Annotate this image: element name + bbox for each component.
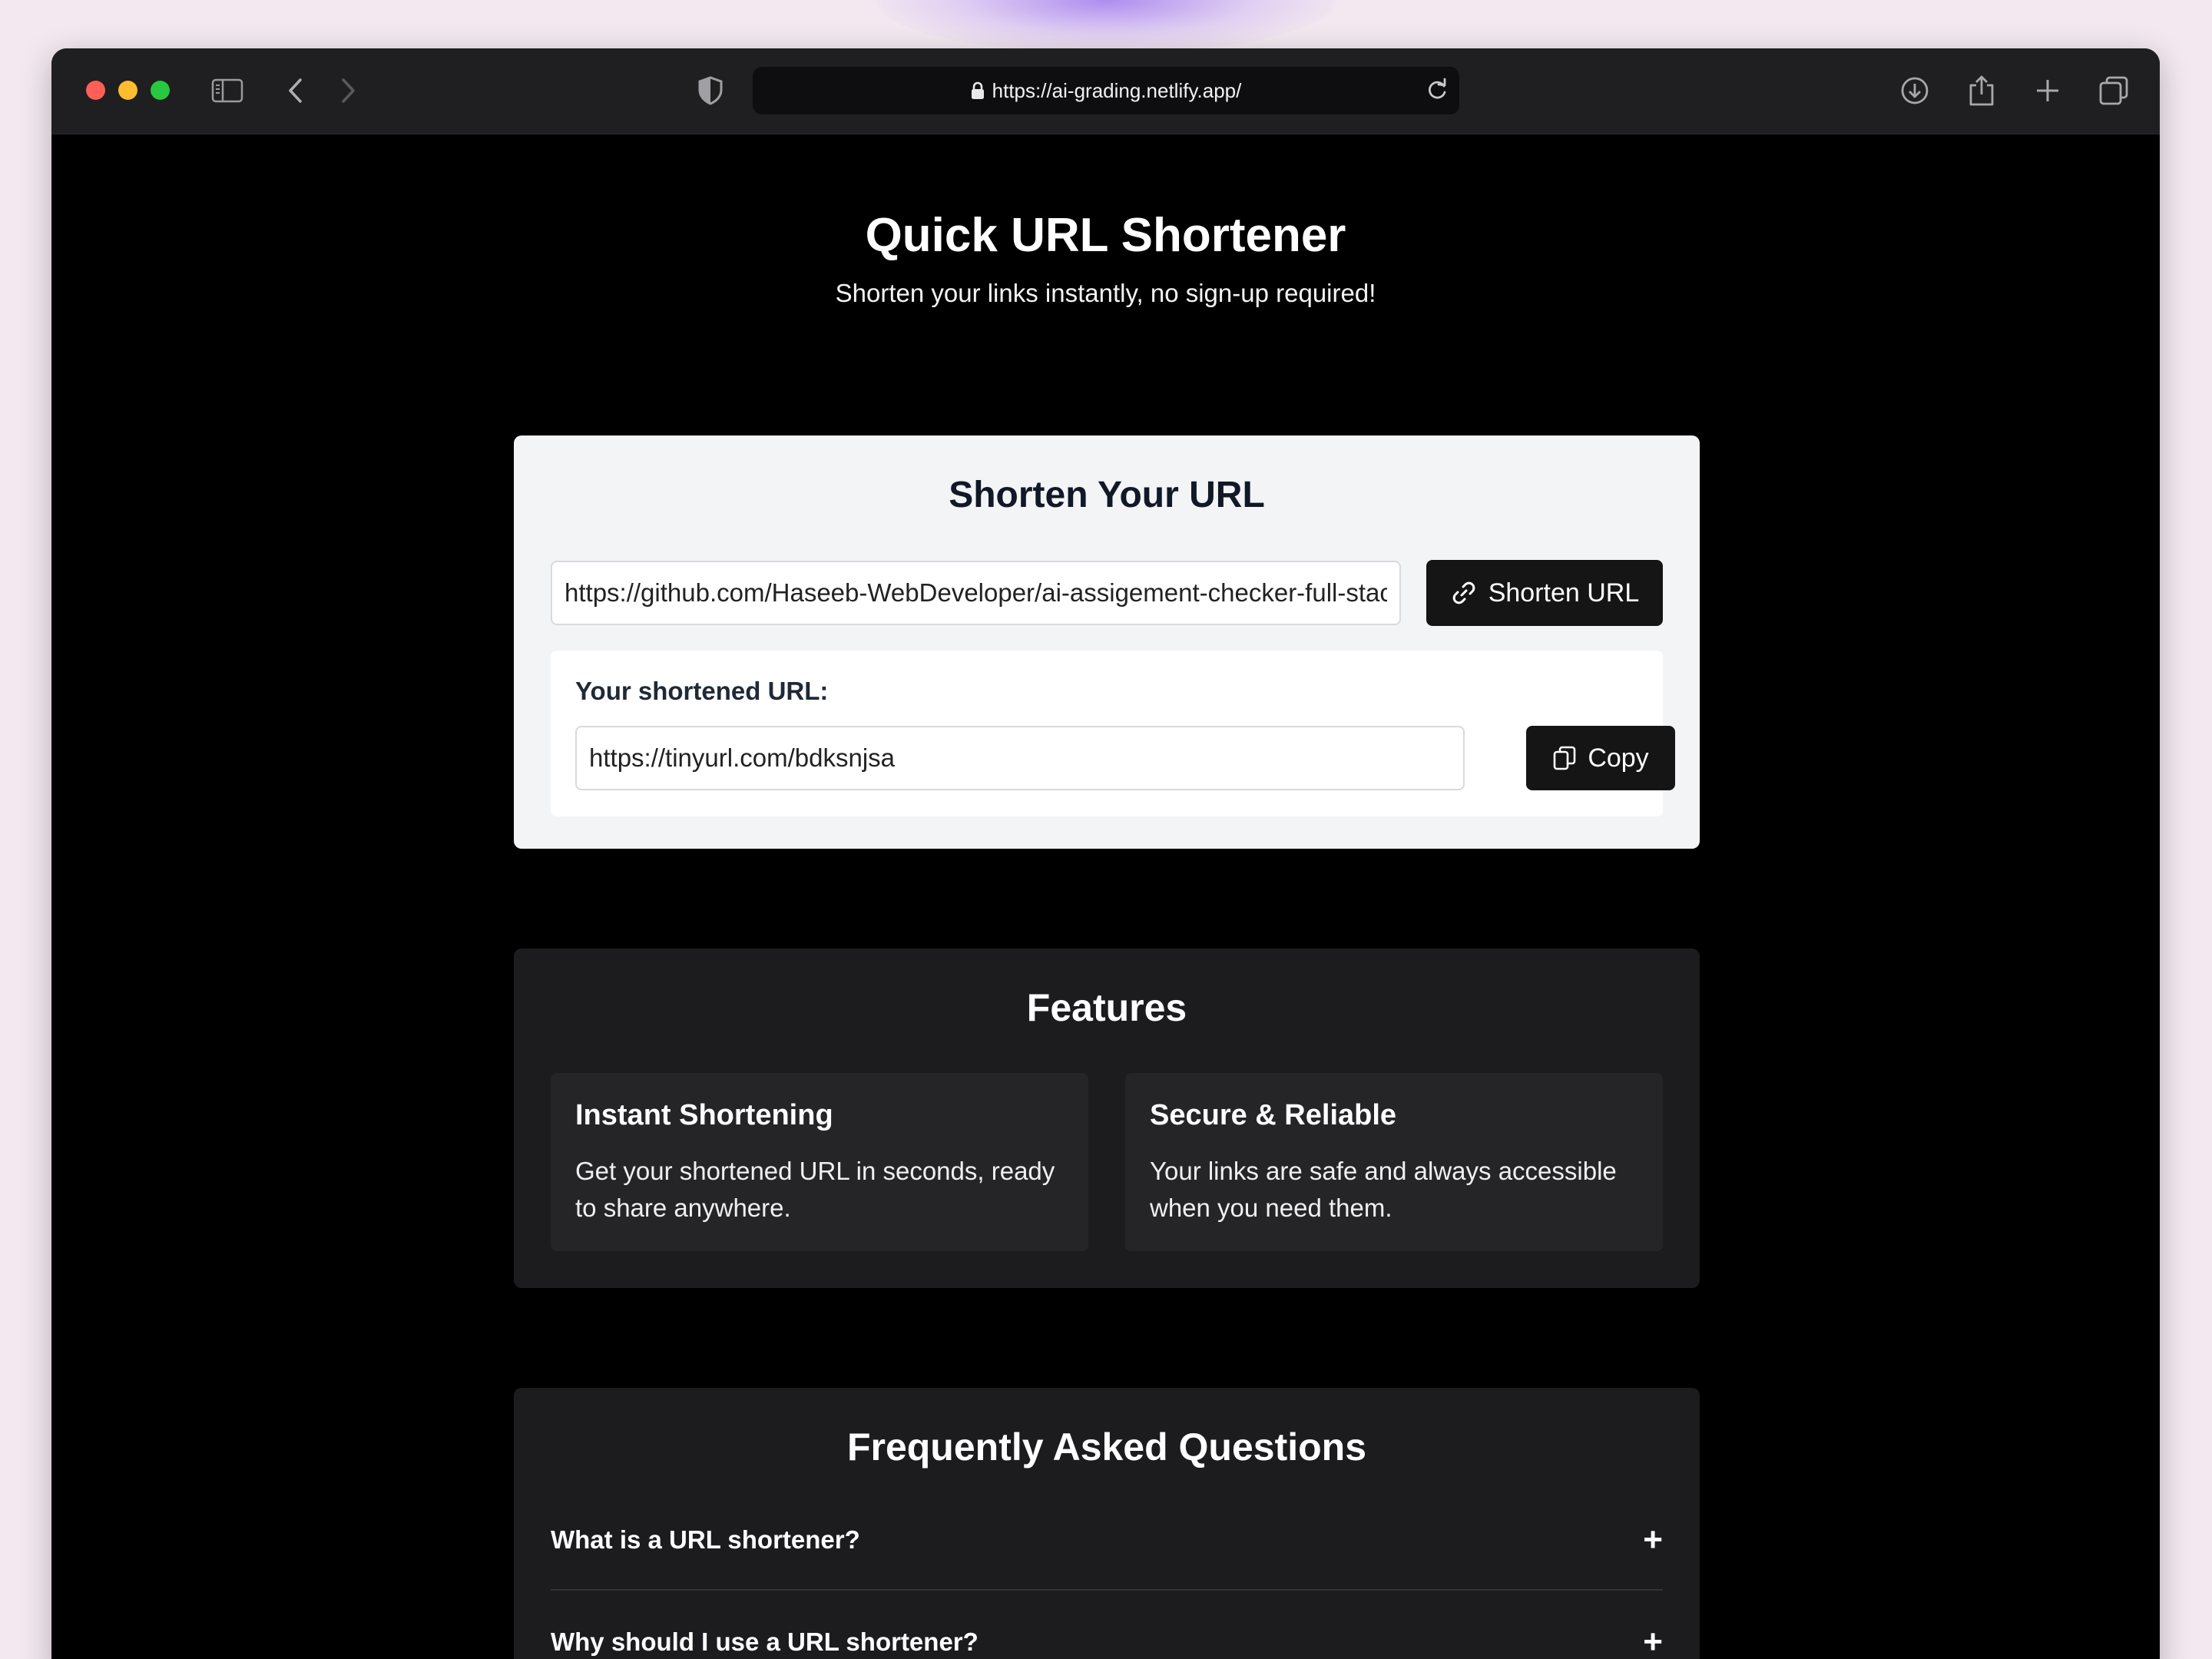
faq-question: Why should I use a URL shortener? — [551, 1628, 979, 1656]
expand-plus-icon[interactable]: + — [1643, 1625, 1663, 1659]
page-subtitle: Shorten your links instantly, no sign-up… — [835, 279, 1376, 307]
feature-title: Secure & Reliable — [1150, 1099, 1397, 1131]
page-content: Quick URL Shortener Shorten your links i… — [51, 134, 2160, 1659]
browser-toolbar: https://ai-grading.netlify.app/ — [51, 48, 2160, 134]
feature-card: Instant Shortening Get your shortened UR… — [551, 1073, 1088, 1251]
copy-button[interactable]: Copy — [1526, 726, 1675, 790]
copy-icon — [1554, 746, 1576, 770]
lock-icon — [971, 81, 985, 100]
back-arrow-icon[interactable] — [278, 73, 313, 108]
expand-plus-icon[interactable]: + — [1643, 1523, 1663, 1557]
shorten-url-button[interactable]: Shorten URL — [1426, 560, 1663, 626]
features-title: Features — [1026, 986, 1187, 1029]
feature-card: Secure & Reliable Your links are safe an… — [1125, 1073, 1663, 1251]
zoom-window-button[interactable] — [151, 81, 170, 100]
forward-arrow-icon[interactable] — [330, 73, 366, 108]
faq-title: Frequently Asked Questions — [846, 1426, 1367, 1469]
downloads-icon[interactable] — [1897, 73, 1932, 108]
close-window-button[interactable] — [86, 81, 105, 100]
long-url-field[interactable] — [551, 561, 1401, 625]
shorten-card: Shorten Your URL Shorten URL Your shorte… — [514, 435, 1700, 849]
faq-item[interactable]: Why should I use a URL shortener? + — [551, 1592, 1663, 1659]
privacy-shield-icon[interactable] — [693, 73, 728, 108]
faq-item[interactable]: What is a URL shortener? + — [551, 1491, 1663, 1591]
feature-description: Get your shortened URL in seconds, ready… — [575, 1157, 1055, 1222]
sidebar-toggle-icon[interactable] — [210, 73, 245, 108]
browser-window: https://ai-grading.netlify.app/ Quick UR… — [51, 48, 2160, 1659]
feature-description: Your links are safe and always accessibl… — [1150, 1157, 1617, 1222]
short-url-field[interactable] — [575, 726, 1465, 790]
address-bar-url: https://ai-grading.netlify.app/ — [992, 78, 1242, 102]
new-tab-icon[interactable] — [2030, 73, 2065, 108]
background-glow — [876, 0, 1336, 54]
short-url-input[interactable] — [577, 727, 1463, 789]
link-icon — [1452, 581, 1475, 604]
result-panel: Your shortened URL: Copy — [551, 651, 1675, 816]
shorten-url-label: Shorten URL — [1488, 578, 1640, 608]
faq-question: What is a URL shortener? — [551, 1525, 860, 1554]
address-bar[interactable]: https://ai-grading.netlify.app/ — [753, 67, 1459, 114]
feature-title: Instant Shortening — [575, 1099, 833, 1131]
shorten-card-title: Shorten Your URL — [949, 475, 1265, 515]
share-icon[interactable] — [1964, 73, 1999, 108]
minimize-window-button[interactable] — [118, 81, 137, 100]
tab-overview-icon[interactable] — [2096, 73, 2131, 108]
features-section: Features Instant Shortening Get your sho… — [514, 949, 1700, 1288]
reload-icon[interactable] — [1426, 78, 1449, 106]
page-title: Quick URL Shortener — [865, 209, 1346, 262]
long-url-input[interactable] — [552, 562, 1399, 624]
faq-section: Frequently Asked Questions What is a URL… — [514, 1388, 1700, 1659]
result-label: Your shortened URL: — [575, 677, 829, 705]
copy-label: Copy — [1588, 743, 1649, 773]
